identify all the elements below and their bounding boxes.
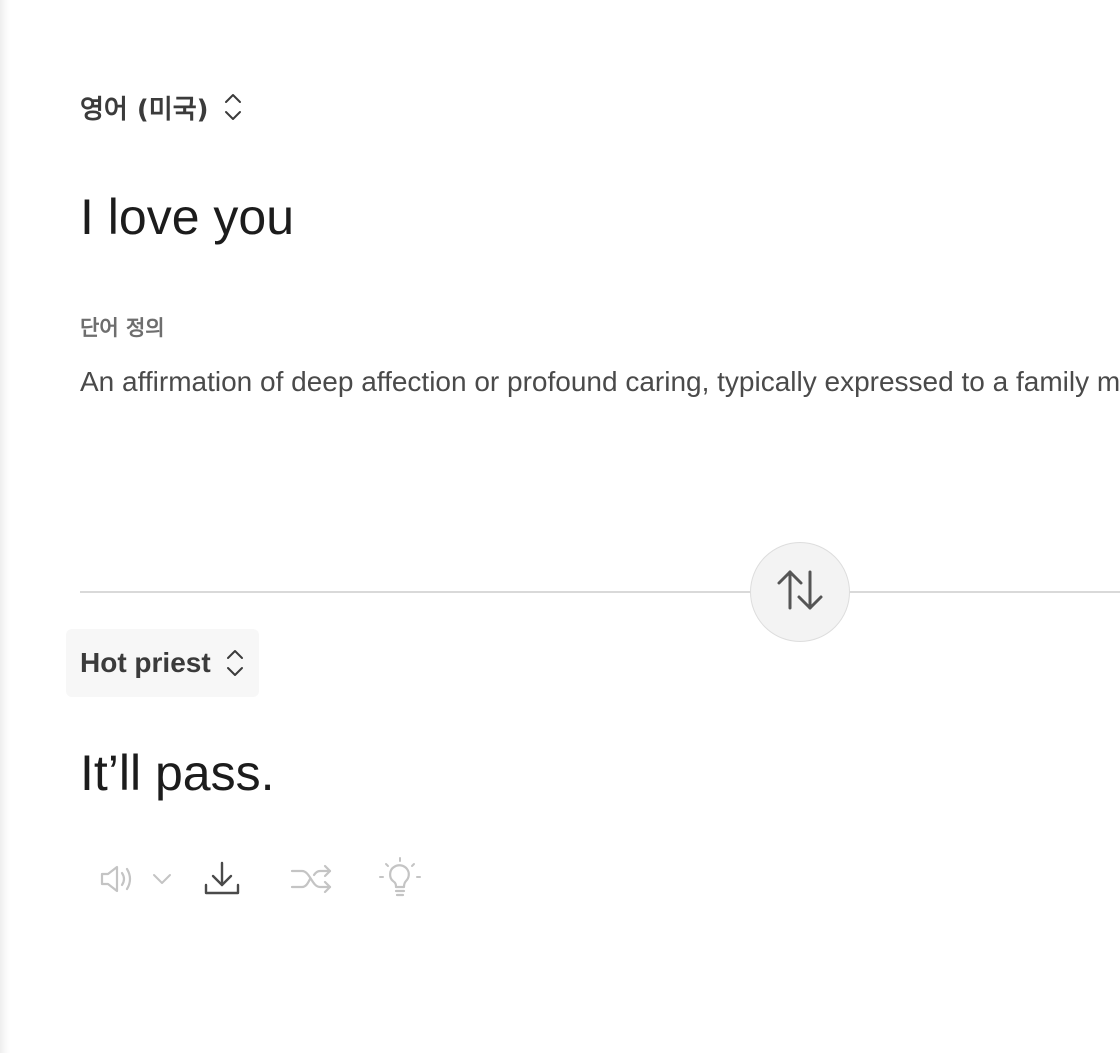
shuffle-icon [290,859,334,899]
source-language-label: 영어 (미국) [80,94,209,125]
source-language-selector[interactable]: 영어 (미국) [66,73,257,141]
output-toolbar [92,856,424,902]
definition-heading: 단어 정의 [80,316,165,340]
section-divider [80,591,1120,593]
target-language-label: Hot priest [80,647,211,678]
panel-edge-shadow [0,0,10,1053]
download-button[interactable] [198,856,246,902]
translator-panel: 영어 (미국) I love you 단어 정의 An affirmation … [0,0,1120,1053]
swap-languages-button[interactable] [750,542,850,642]
explain-button[interactable] [376,856,424,902]
rephrase-button[interactable] [288,856,336,902]
source-text[interactable]: I love you [80,188,294,246]
target-language-selector[interactable]: Hot priest [66,629,259,697]
chevron-up-down-icon [223,91,243,123]
translated-text: It’ll pass. [80,745,275,801]
lightbulb-icon [378,857,422,901]
chevron-down-icon [150,867,174,891]
speaker-icon [96,859,136,899]
voice-options-button[interactable] [142,856,182,902]
download-icon [202,859,242,899]
swap-vertical-arrows-icon [775,568,825,617]
chevron-up-down-icon [225,647,245,679]
listen-button[interactable] [92,856,140,902]
definition-text: An affirmation of deep affection or prof… [80,366,1120,397]
